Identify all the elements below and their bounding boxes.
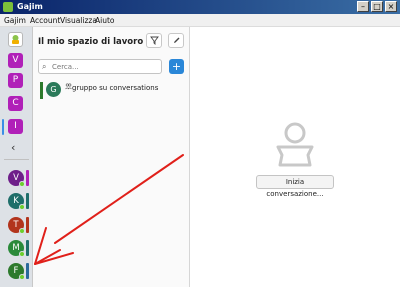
account-color-mark bbox=[26, 170, 29, 186]
online-status-icon bbox=[19, 181, 25, 187]
search-input[interactable] bbox=[52, 61, 157, 72]
window-title: Gajim bbox=[17, 2, 43, 11]
account-avatar-f[interactable]: F bbox=[8, 263, 25, 280]
person-placeholder-icon bbox=[276, 122, 314, 167]
menu-help[interactable]: Aiuto bbox=[95, 16, 115, 25]
account-avatar-t[interactable]: T bbox=[8, 217, 25, 234]
menu-view[interactable]: Visualizza bbox=[60, 16, 97, 25]
home-icon bbox=[12, 35, 19, 44]
start-conversation-button[interactable]: Inizia conversazione... bbox=[256, 175, 334, 198]
online-status-icon bbox=[19, 274, 25, 280]
chat-list-panel: Il mio spazio di lavoro ⌕ + G gruppo su … bbox=[33, 27, 190, 287]
maximize-button[interactable]: □ bbox=[371, 1, 383, 12]
account-color-mark bbox=[26, 217, 29, 233]
online-status-icon bbox=[19, 251, 25, 257]
active-workspace-indicator bbox=[2, 119, 4, 135]
account-color-mark bbox=[26, 193, 29, 209]
home-workspace-button[interactable] bbox=[8, 32, 23, 47]
collapse-chevron-icon[interactable]: ‹ bbox=[11, 141, 15, 154]
start-chat-plus-button[interactable]: + bbox=[169, 59, 184, 74]
pencil-icon bbox=[173, 37, 179, 43]
title-bar: Gajim – □ × bbox=[0, 0, 400, 14]
close-button[interactable]: × bbox=[385, 1, 397, 12]
account-avatar-v[interactable]: V bbox=[8, 170, 25, 187]
edit-workspace-button[interactable] bbox=[168, 33, 184, 48]
search-field[interactable]: ⌕ bbox=[38, 59, 162, 74]
chat-avatar: G bbox=[46, 82, 61, 97]
minimize-button[interactable]: – bbox=[357, 1, 369, 12]
gajim-logo-icon bbox=[3, 2, 13, 12]
account-color-mark bbox=[26, 240, 29, 256]
search-icon: ⌕ bbox=[42, 62, 47, 71]
filter-button[interactable] bbox=[146, 33, 162, 48]
menu-account[interactable]: Account bbox=[30, 16, 60, 25]
workspace-title: Il mio spazio di lavoro bbox=[38, 37, 144, 47]
menu-gajim[interactable]: Gajim bbox=[4, 16, 26, 25]
list-item[interactable]: G gruppo su conversations bbox=[37, 79, 187, 100]
workspace-sidebar: V P C I ‹ V K T M F bbox=[0, 27, 33, 287]
chat-name: gruppo su conversations bbox=[72, 84, 159, 92]
workspace-v[interactable]: V bbox=[8, 53, 23, 68]
account-avatar-k[interactable]: K bbox=[8, 193, 25, 210]
workspace-i[interactable]: I bbox=[8, 119, 23, 134]
workspace-c[interactable]: C bbox=[8, 96, 23, 111]
menu-bar: Gajim Account Visualizza Aiuto bbox=[0, 14, 400, 27]
workspace-p[interactable]: P bbox=[8, 73, 23, 88]
account-avatar-m[interactable]: M bbox=[8, 240, 25, 257]
account-color-mark bbox=[26, 263, 29, 279]
online-status-icon bbox=[19, 228, 25, 234]
sidebar-divider bbox=[4, 159, 29, 160]
chat-placeholder-area: Inizia conversazione... bbox=[190, 27, 400, 287]
chat-workspace-mark bbox=[40, 82, 43, 99]
filter-icon bbox=[149, 36, 159, 46]
group-chat-icon bbox=[65, 83, 72, 92]
online-status-icon bbox=[19, 204, 25, 210]
